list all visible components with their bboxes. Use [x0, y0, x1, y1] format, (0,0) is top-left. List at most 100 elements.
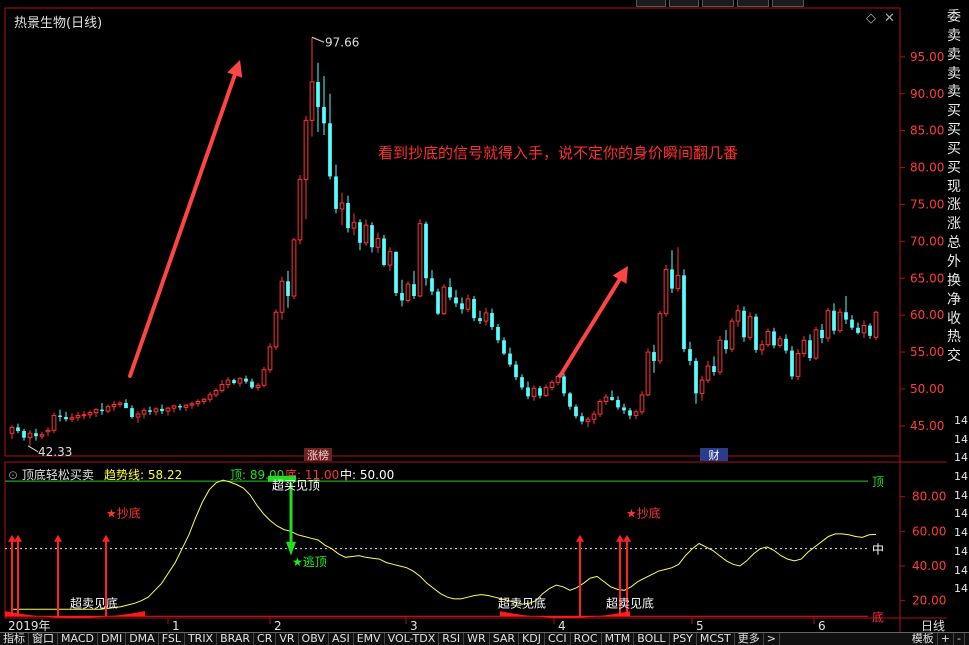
indicator-tab[interactable]: 更多	[735, 633, 764, 645]
candle-body	[358, 222, 362, 243]
indicator-tick-label: 20.00	[912, 594, 946, 608]
candle-body	[436, 291, 440, 314]
template-tab[interactable]: -	[954, 633, 965, 645]
candle-body	[562, 376, 566, 394]
indicator-tab[interactable]: VOL-TDX	[385, 633, 440, 645]
candle-body	[309, 81, 315, 121]
candle-body	[394, 251, 398, 294]
candle-body	[105, 406, 111, 412]
candle-body	[75, 415, 81, 419]
candle-body	[868, 325, 872, 336]
candle-body	[574, 406, 578, 417]
candle-body	[549, 381, 555, 388]
candle-body	[153, 408, 159, 413]
candle-body	[754, 316, 758, 350]
quote-number: 14	[954, 526, 968, 540]
template-tab[interactable]: 模板	[909, 633, 938, 645]
candle-body	[58, 415, 62, 418]
indicator-tab[interactable]: BRAR	[217, 633, 255, 645]
candle-body	[825, 310, 831, 339]
candle-body	[795, 353, 801, 377]
quote-number: 14	[954, 432, 968, 446]
candle-body	[657, 313, 663, 362]
price-tick-label: 65.00	[910, 271, 944, 285]
candle-body	[543, 386, 549, 397]
indicator-tab[interactable]: FSL	[159, 633, 185, 645]
candle-body	[472, 298, 476, 319]
indicator-tab[interactable]: WR	[464, 633, 490, 645]
candle-body	[514, 364, 518, 378]
candle-body	[316, 81, 320, 108]
indicator-tab[interactable]: OBV	[299, 633, 329, 645]
template-tab-group: 模板 + -	[909, 633, 965, 645]
quote-number: 14	[954, 544, 968, 558]
indicator-tab[interactable]: 窗口	[29, 633, 58, 645]
candle-body	[93, 409, 99, 414]
candle-body	[135, 413, 141, 418]
indicator-tab[interactable]: MCST	[697, 633, 735, 645]
candle-body	[682, 275, 686, 350]
template-tab[interactable]: +	[938, 633, 955, 645]
indicator-tab-bar: 指标 窗口 MACD DMI DMA FSL TRIX BRAR CR VR OBV ASI EMV VO…	[0, 632, 969, 645]
candle-body	[22, 431, 26, 438]
indicator-tab[interactable]: ROC	[571, 633, 602, 645]
indicator-tab[interactable]: RSI	[439, 633, 465, 645]
indicator-tab[interactable]: TRIX	[185, 633, 218, 645]
candle-body	[670, 269, 674, 289]
indicator-tab[interactable]: >	[764, 633, 780, 645]
candle-body	[9, 426, 15, 434]
indicator-tab[interactable]: SAR	[490, 633, 520, 645]
candle-body	[303, 119, 309, 180]
candle-body	[412, 284, 416, 296]
indicator-tab[interactable]: KDJ	[519, 633, 545, 645]
price-tick-label: 80.00	[910, 161, 944, 175]
candle-body	[633, 411, 639, 417]
candle-body	[465, 298, 471, 310]
candle-body	[699, 379, 705, 394]
candle-body	[51, 415, 57, 431]
candle-body	[790, 350, 794, 377]
price-tick-label: 55.00	[910, 345, 944, 359]
candle-body	[100, 409, 104, 412]
indicator-tab[interactable]: BOLL	[634, 633, 670, 645]
indicator-tab[interactable]: ASI	[329, 633, 354, 645]
indicator-tab[interactable]: MACD	[58, 633, 98, 645]
cai-badge: 财	[709, 448, 720, 462]
candle-body	[207, 394, 213, 400]
indicator-tab[interactable]: CR	[254, 633, 277, 645]
candle-body	[225, 379, 231, 386]
buy-signal-head	[102, 534, 110, 542]
indicator-tab[interactable]: DMI	[98, 633, 127, 645]
candle-body	[717, 339, 723, 373]
chart-stage: 热景生物(日线) ◇ ✕ ⊙ 顶底轻松买卖 趋势线: 58.22 顶: 89.0…	[0, 0, 969, 645]
month-label: 4	[558, 619, 566, 632]
chaodi-signal-label: ★抄底	[106, 505, 141, 520]
candle-body	[622, 407, 626, 411]
oversold-label: 超卖见底	[606, 596, 654, 611]
candle-body	[27, 432, 33, 439]
indicator-tab[interactable]: MTM	[602, 633, 635, 645]
candle-body	[45, 429, 51, 433]
candle-body	[117, 402, 123, 405]
candle-body	[777, 338, 783, 346]
candle-body	[130, 408, 134, 418]
candle-body	[351, 221, 357, 229]
quote-field-label: 卖	[947, 84, 961, 101]
month-label: 3	[410, 619, 418, 632]
indicator-tab[interactable]: DMA	[126, 633, 159, 645]
indicator-tab[interactable]: PSY	[670, 633, 697, 645]
top-ref-label: 顶	[872, 475, 884, 489]
indicator-panel-frame	[4, 461, 901, 619]
candle-body	[837, 311, 843, 332]
indicator-tab[interactable]: CCI	[545, 633, 571, 645]
quote-field-label: 收	[947, 310, 961, 327]
zhangbang-badge: 涨榜	[307, 448, 329, 462]
indicator-tab[interactable]: EMV	[354, 633, 385, 645]
candle-body	[526, 387, 530, 397]
indicator-tab[interactable]: 指标	[0, 633, 29, 645]
low-price-label: 42.33	[38, 445, 72, 459]
candle-body	[478, 318, 482, 322]
indicator-tab[interactable]: VR	[276, 633, 299, 645]
quote-side-panel: 委卖卖卖卖买买买买现涨涨总外换净收热交	[947, 8, 969, 438]
candle-body	[585, 418, 591, 422]
